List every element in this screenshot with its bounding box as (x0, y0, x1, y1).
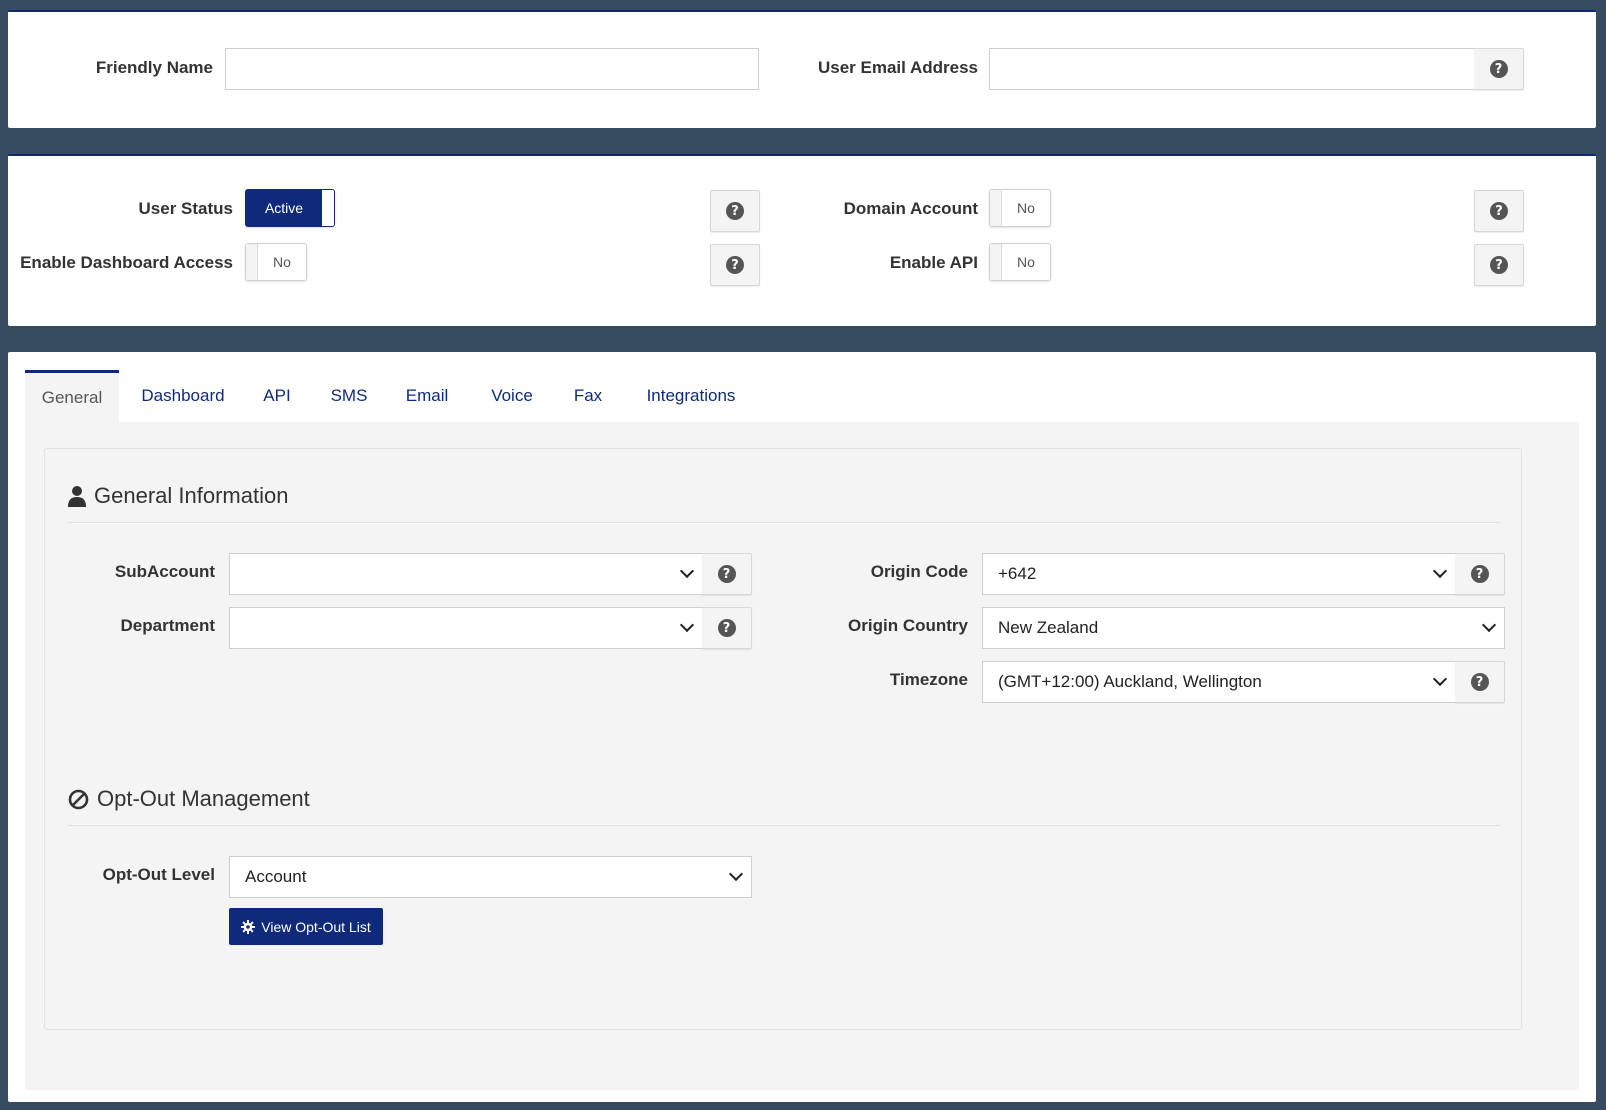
timezone-select[interactable]: (GMT+12:00) Auckland, Wellington (982, 661, 1456, 703)
opt-out-management-title: Opt-Out Management (97, 786, 310, 811)
domain-account-toggle[interactable]: No (989, 189, 1051, 227)
user-icon (68, 486, 86, 507)
origin-country-select[interactable]: New Zealand (982, 607, 1505, 649)
question-circle-icon: ? (1470, 565, 1489, 583)
domain-account-help-button[interactable]: ? (1474, 190, 1524, 232)
chevron-down-icon (1481, 617, 1497, 633)
question-circle-icon: ? (1490, 202, 1508, 220)
user-status-help-button[interactable]: ? (710, 190, 760, 232)
question-circle-icon: ? (726, 256, 744, 274)
view-opt-out-list-label: View Opt-Out List (261, 918, 371, 935)
general-card: General Information SubAccount ? Departm… (44, 448, 1522, 1030)
user-email-input[interactable] (989, 48, 1475, 90)
dashboard-access-label: Enable Dashboard Access (20, 253, 233, 272)
toggle-knob (246, 244, 258, 280)
chevron-down-icon (679, 563, 695, 579)
email-help-button[interactable]: ? (1474, 48, 1524, 90)
question-circle-icon: ? (717, 619, 736, 637)
tab-general[interactable]: General (25, 370, 119, 422)
enable-api-help-button[interactable]: ? (1474, 244, 1524, 286)
question-circle-icon: ? (1470, 673, 1489, 691)
dashboard-access-help-button[interactable]: ? (710, 244, 760, 286)
section-divider (68, 825, 1500, 826)
user-email-label: User Email Address (818, 58, 978, 77)
general-tab-content: General Information SubAccount ? Departm… (25, 422, 1579, 1090)
origin-code-help-button[interactable]: ? (1455, 553, 1505, 595)
ban-icon (68, 789, 89, 809)
tab-fax[interactable]: Fax (563, 370, 613, 422)
department-select[interactable] (229, 607, 703, 649)
enable-api-toggle[interactable]: No (989, 243, 1051, 281)
tab-integrations[interactable]: Integrations (631, 370, 751, 422)
identity-panel: Friendly Name User Email Address ? (8, 10, 1596, 128)
dashboard-access-value: No (273, 254, 291, 270)
toggle-knob (990, 244, 1002, 280)
subaccount-select[interactable] (229, 553, 703, 595)
tab-email[interactable]: Email (395, 370, 459, 422)
user-status-label: User Status (138, 199, 233, 218)
domain-account-value: No (1017, 200, 1035, 216)
chevron-down-icon (679, 617, 695, 633)
enable-api-value: No (1017, 254, 1035, 270)
domain-account-label: Domain Account (843, 199, 978, 218)
general-information-heading: General Information (68, 483, 288, 509)
general-information-title: General Information (94, 483, 289, 508)
chevron-down-icon (728, 866, 744, 882)
question-circle-icon: ? (1490, 256, 1508, 274)
subaccount-help-button[interactable]: ? (702, 553, 752, 595)
friendly-name-input[interactable] (225, 48, 759, 90)
timezone-label: Timezone (889, 670, 968, 689)
timezone-help-button[interactable]: ? (1455, 661, 1505, 703)
tabs-panel: General Dashboard API SMS Email Voice Fa… (8, 352, 1596, 1102)
origin-code-select[interactable]: +642 (982, 553, 1456, 595)
tab-sms[interactable]: SMS (321, 370, 377, 422)
gear-icon (241, 919, 256, 934)
origin-country-value: New Zealand (998, 618, 1099, 637)
opt-out-level-value: Account (245, 867, 307, 886)
department-label: Department (120, 616, 215, 635)
tab-voice[interactable]: Voice (479, 370, 545, 422)
tab-dashboard[interactable]: Dashboard (131, 370, 235, 422)
view-opt-out-list-button[interactable]: View Opt-Out List (229, 908, 383, 945)
opt-out-level-label: Opt-Out Level (102, 865, 215, 884)
origin-country-label: Origin Country (848, 616, 968, 635)
opt-out-level-select[interactable]: Account (229, 856, 752, 898)
question-circle-icon: ? (717, 565, 736, 583)
toggle-knob (322, 190, 334, 226)
status-panel: User Status Active ? Enable Dashboard Ac… (8, 154, 1596, 326)
department-help-button[interactable]: ? (702, 607, 752, 649)
tab-bar: General Dashboard API SMS Email Voice Fa… (25, 370, 1579, 422)
tab-api[interactable]: API (251, 370, 303, 422)
opt-out-management-heading: Opt-Out Management (68, 786, 310, 812)
enable-api-label: Enable API (889, 253, 978, 272)
question-circle-icon: ? (1489, 60, 1508, 78)
chevron-down-icon (1432, 671, 1448, 687)
origin-code-label: Origin Code (870, 562, 968, 581)
user-status-value: Active (264, 200, 304, 216)
question-circle-icon: ? (726, 202, 744, 220)
user-status-toggle[interactable]: Active (245, 189, 335, 227)
timezone-value: (GMT+12:00) Auckland, Wellington (998, 672, 1262, 691)
subaccount-label: SubAccount (114, 562, 215, 581)
origin-code-value: +642 (998, 564, 1037, 583)
toggle-knob (990, 190, 1002, 226)
section-divider (68, 522, 1500, 523)
chevron-down-icon (1432, 563, 1448, 579)
dashboard-access-toggle[interactable]: No (245, 243, 307, 281)
friendly-name-label: Friendly Name (95, 58, 213, 77)
